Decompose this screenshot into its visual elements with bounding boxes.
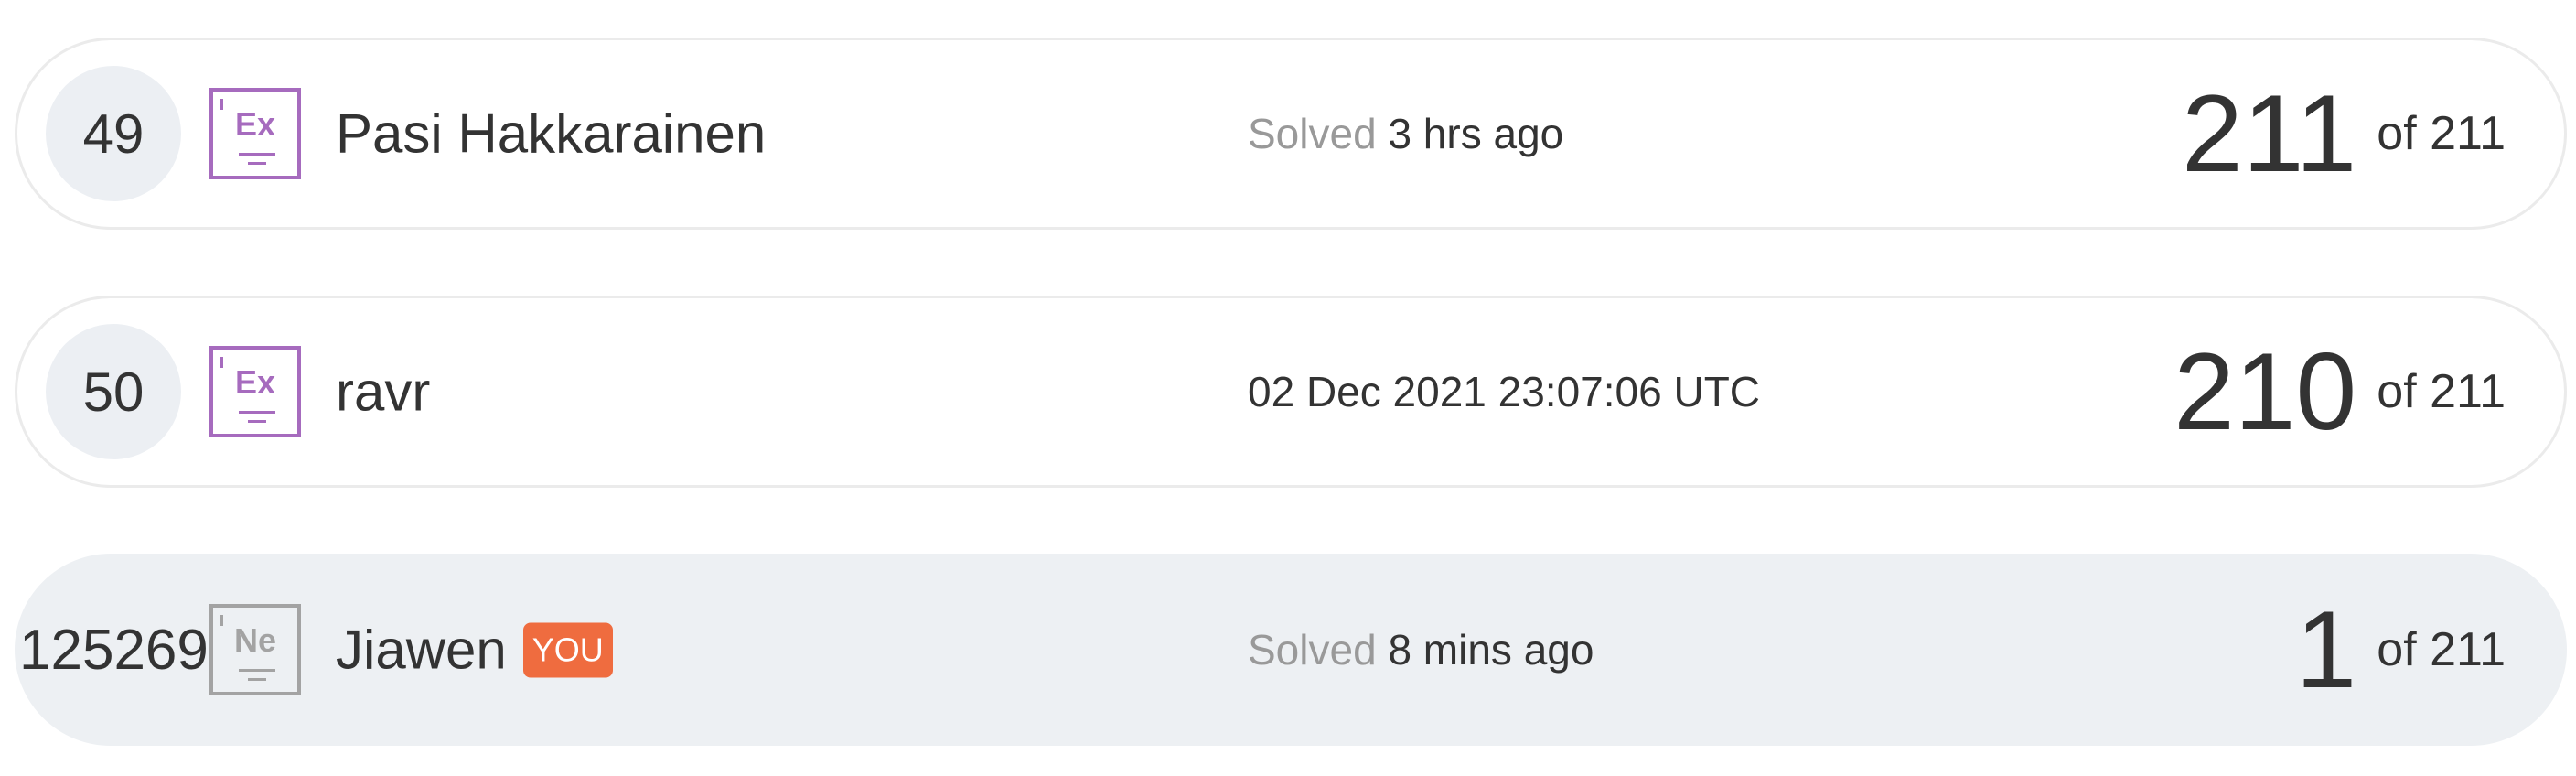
rank-badge: 50 [46,324,181,459]
score: 211 of 211 [2182,79,2506,189]
username-link[interactable]: Jiawen YOU [336,619,613,682]
level-abbreviation: Ne [233,621,277,659]
rank-badge: 125269 [19,618,209,682]
solve-status: 02 Dec 2021 23:07:06 UTC [1248,367,1760,416]
username[interactable]: Pasi Hakkarainen [336,102,766,166]
newbie-level-icon: Ne [209,604,301,695]
solve-status: Solved 8 mins ago [1248,625,1594,674]
score-total: of 211 [2377,365,2506,418]
status-time: 02 Dec 2021 23:07:06 UTC [1248,368,1761,415]
score-value: 211 [2181,72,2357,195]
solve-status: Solved 3 hrs ago [1248,109,1563,158]
leaderboard-row-current-user[interactable]: 125269 Ne Jiawen YOU Solved 8 mins ago 1… [15,554,2567,746]
username[interactable]: Jiawen [336,619,507,682]
status-prefix: Solved [1248,626,1377,674]
level-abbreviation: Ex [234,105,276,143]
status-time: 8 mins ago [1388,626,1594,674]
score-value: 1 [2295,588,2357,711]
score-total: of 211 [2377,623,2506,676]
expert-level-icon: Ex [209,346,301,437]
username[interactable]: ravr [336,361,430,424]
rank-badge: 49 [46,66,181,201]
you-badge: YOU [522,622,613,677]
score: 210 of 211 [2174,337,2506,447]
leaderboard-row[interactable]: 50 Ex ravr 02 Dec 2021 23:07:06 UTC 210 … [15,296,2567,488]
leaderboard-row[interactable]: 49 Ex Pasi Hakkarainen Solved 3 hrs ago … [15,38,2567,230]
status-time: 3 hrs ago [1388,110,1564,157]
username-link[interactable]: ravr [336,361,430,424]
status-prefix: Solved [1248,110,1377,157]
level-abbreviation: Ex [234,363,276,401]
leaderboard: 49 Ex Pasi Hakkarainen Solved 3 hrs ago … [0,0,2576,776]
score: 1 of 211 [2296,595,2506,705]
score-total: of 211 [2377,107,2506,160]
score-value: 210 [2174,330,2357,453]
expert-level-icon: Ex [209,88,301,179]
username-link[interactable]: Pasi Hakkarainen [336,102,766,166]
